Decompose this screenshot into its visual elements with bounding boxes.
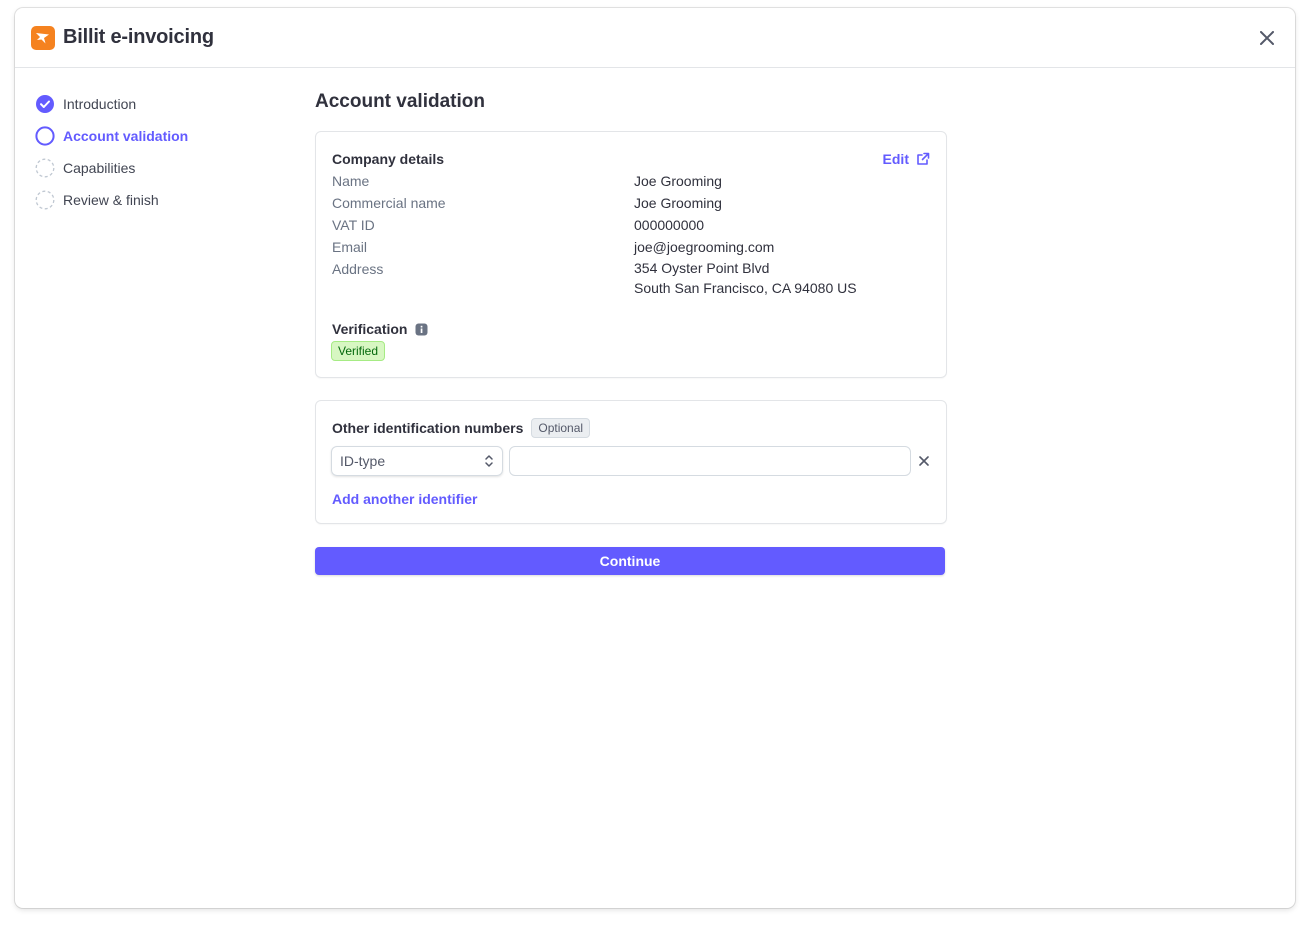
app-title: Billit e-invoicing: [63, 26, 214, 48]
step-review-finish[interactable]: Review & finish: [35, 184, 275, 216]
field-row-commercial-name: Commercial name Joe Grooming: [332, 192, 930, 214]
other-identifiers-header: Other identification numbers Optional: [332, 417, 930, 439]
step-introduction[interactable]: Introduction: [35, 88, 275, 120]
id-type-select-value: ID-type: [340, 453, 386, 469]
verification-header: Verification: [332, 318, 930, 340]
steps-sidebar: Introduction Account validation Capabili…: [35, 88, 275, 216]
field-row-vat-id: VAT ID 000000000: [332, 214, 930, 236]
page-title: Account validation: [315, 91, 485, 112]
field-label: VAT ID: [332, 217, 375, 233]
field-row-email: Email joe@joegrooming.com: [332, 236, 930, 258]
field-label: Email: [332, 239, 368, 255]
billit-logo-icon: [31, 25, 55, 50]
external-link-icon: [916, 152, 930, 166]
verification-heading: Verification: [332, 321, 408, 337]
field-value: 000000000: [634, 217, 705, 233]
optional-badge: Optional: [531, 418, 591, 438]
identifier-row: ID-type: [331, 446, 930, 476]
id-type-select[interactable]: ID-type: [331, 446, 503, 476]
step-capabilities[interactable]: Capabilities: [35, 152, 275, 184]
dashed-circle-icon: [35, 190, 55, 210]
info-icon[interactable]: [415, 323, 428, 336]
step-label: Review & finish: [63, 192, 159, 208]
step-label: Introduction: [63, 96, 137, 112]
company-details-card: Company details Edit Name Joe Grooming C…: [315, 131, 947, 378]
address-line-1: 354 Oyster Point Blvd: [634, 260, 770, 276]
field-label: Address: [332, 261, 384, 277]
add-identifier-link[interactable]: Add another identifier: [332, 491, 477, 507]
dialog-header: Billit e-invoicing: [15, 8, 1295, 68]
field-label: Name: [332, 173, 370, 189]
company-details-heading: Company details: [332, 151, 445, 167]
chevron-up-down-icon: [485, 455, 493, 467]
remove-identifier-button[interactable]: [919, 456, 929, 466]
field-label: Commercial name: [332, 195, 446, 211]
step-label: Capabilities: [63, 160, 136, 176]
other-identifiers-card: Other identification numbers Optional ID…: [315, 400, 947, 524]
identifier-input[interactable]: [509, 446, 911, 476]
edit-label: Edit: [882, 151, 909, 167]
step-account-validation[interactable]: Account validation: [35, 120, 275, 152]
field-row-address: Address 354 Oyster Point Blvd South San …: [332, 258, 930, 298]
address-line-2: South San Francisco, CA 94080 US: [634, 280, 857, 296]
dashed-circle-icon: [35, 158, 55, 178]
verified-badge: Verified: [331, 341, 386, 361]
check-circle-icon: [35, 94, 55, 114]
field-value: Joe Grooming: [634, 173, 722, 189]
edit-link[interactable]: Edit: [883, 151, 930, 167]
field-value: Joe Grooming: [634, 195, 722, 211]
close-icon: [919, 456, 929, 466]
close-icon: [1260, 31, 1274, 45]
main-content: Account validation Company details Edit …: [315, 88, 947, 575]
circle-outline-icon: [35, 126, 55, 146]
step-label: Account validation: [63, 128, 189, 144]
field-value: joe@joegrooming.com: [634, 239, 775, 255]
dialog: Billit e-invoicing Introduction Account …: [15, 8, 1295, 908]
field-row-name: Name Joe Grooming: [332, 170, 930, 192]
address-value: 354 Oyster Point Blvd South San Francisc…: [634, 258, 857, 298]
company-details-header: Company details Edit: [332, 148, 930, 170]
continue-button[interactable]: Continue: [315, 547, 945, 575]
close-button[interactable]: [1257, 28, 1277, 48]
other-identifiers-heading: Other identification numbers: [332, 420, 524, 436]
